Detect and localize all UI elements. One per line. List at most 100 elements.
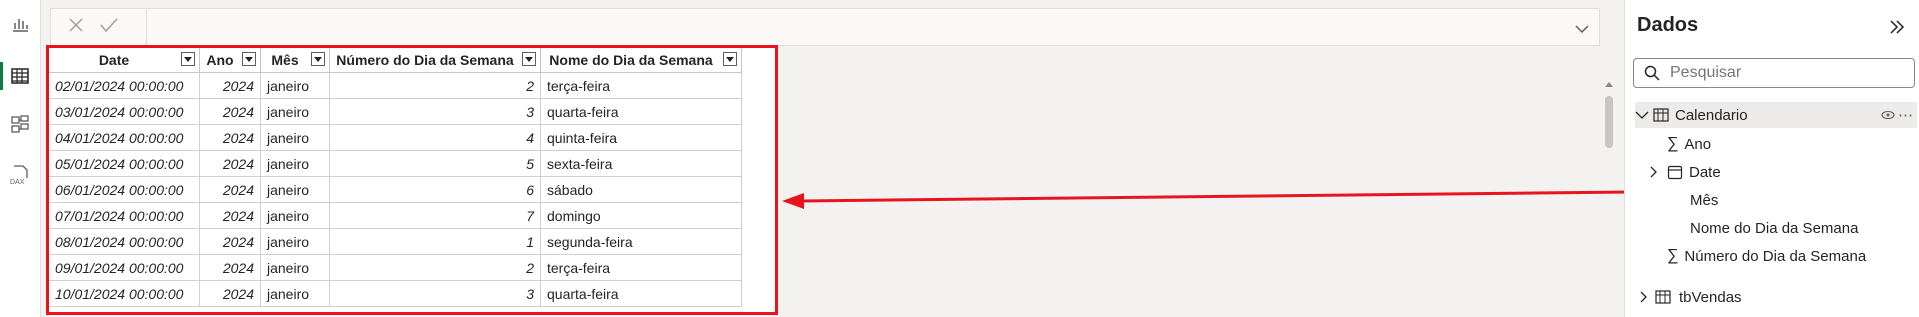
chevron-down-icon[interactable] [1575,21,1589,39]
cell-numero-dia[interactable]: 6 [329,176,541,203]
search-input[interactable] [1668,63,1892,83]
cell-mes[interactable]: janeiro [260,98,330,125]
dax-query-view-button[interactable]: DAX [0,155,40,195]
cell-mes[interactable]: janeiro [260,176,330,203]
column-header-mes[interactable]: Mês [260,47,330,73]
cell-ano[interactable]: 2024 [199,254,261,281]
cell-numero-dia[interactable]: 2 [329,254,541,281]
field-date[interactable]: Date [1649,159,1721,185]
filter-dropdown-icon[interactable] [311,52,325,66]
field-ano[interactable]: ∑ Ano [1667,131,1711,157]
filter-dropdown-icon[interactable] [242,52,256,66]
chevron-down-icon[interactable] [1635,110,1649,120]
table-row: 07/01/2024 00:00:00 2024 janeiro 7 domin… [48,202,742,229]
cell-date[interactable]: 08/01/2024 00:00:00 [48,228,200,255]
cell-numero-dia[interactable]: 7 [329,202,541,229]
cell-nome-dia[interactable]: segunda-feira [540,228,742,255]
cell-nome-dia[interactable]: domingo [540,202,742,229]
cell-date[interactable]: 05/01/2024 00:00:00 [48,150,200,177]
table-row: 10/01/2024 00:00:00 2024 janeiro 3 quart… [48,280,742,307]
pane-title: Dados [1637,14,1699,36]
cell-date[interactable]: 02/01/2024 00:00:00 [48,72,200,99]
cell-nome-dia[interactable]: quarta-feira [540,280,742,307]
report-view-button[interactable] [0,4,40,44]
cell-nome-dia[interactable]: quarta-feira [540,98,742,125]
table-row: 05/01/2024 00:00:00 2024 janeiro 5 sexta… [48,150,742,177]
field-mes[interactable]: Mês [1690,187,1718,213]
visibility-icon[interactable] [1881,107,1895,124]
sigma-icon: ∑ [1667,247,1679,264]
filter-dropdown-icon[interactable] [522,52,536,66]
cell-ano[interactable]: 2024 [199,176,261,203]
model-view-button[interactable] [0,104,40,144]
column-header-numero-dia[interactable]: Número do Dia da Semana [329,47,541,73]
search-icon [1644,65,1660,81]
cell-nome-dia[interactable]: sexta-feira [540,150,742,177]
table-row: 09/01/2024 00:00:00 2024 janeiro 2 terça… [48,254,742,281]
cell-date[interactable]: 10/01/2024 00:00:00 [48,280,200,307]
cell-mes[interactable]: janeiro [260,280,330,307]
column-header-nome-dia[interactable]: Nome do Dia da Semana [540,47,742,73]
cell-mes[interactable]: janeiro [260,124,330,151]
cell-numero-dia[interactable]: 4 [329,124,541,151]
commit-icon[interactable] [99,16,119,39]
cell-nome-dia[interactable]: terça-feira [540,254,742,281]
table-node-calendario[interactable]: Calendario ⋯ [1635,102,1917,128]
scroll-up-icon[interactable] [1604,80,1614,88]
scroll-thumb[interactable] [1605,96,1613,148]
cell-numero-dia[interactable]: 3 [329,98,541,125]
field-numero-dia[interactable]: ∑ Número do Dia da Semana [1667,243,1866,269]
view-switcher-rail: DAX [0,0,41,317]
cell-numero-dia[interactable]: 2 [329,72,541,99]
table-node-tbvendas[interactable]: tbVendas [1639,284,1742,310]
cell-ano[interactable]: 2024 [199,202,261,229]
cell-date[interactable]: 04/01/2024 00:00:00 [48,124,200,151]
cell-ano[interactable]: 2024 [199,228,261,255]
table-view-button[interactable] [0,56,40,96]
cell-nome-dia[interactable]: terça-feira [540,72,742,99]
svg-text:DAX: DAX [10,179,25,186]
cell-date[interactable]: 07/01/2024 00:00:00 [48,202,200,229]
calendar-table-icon [1653,108,1669,122]
cell-numero-dia[interactable]: 5 [329,150,541,177]
chevron-right-icon[interactable] [1649,166,1659,178]
cell-nome-dia[interactable]: sábado [540,176,742,203]
chevron-right-icon[interactable] [1639,291,1649,303]
cell-ano[interactable]: 2024 [199,98,261,125]
formula-bar[interactable] [50,8,1600,46]
cell-mes[interactable]: janeiro [260,202,330,229]
cell-mes[interactable]: janeiro [260,72,330,99]
cell-numero-dia[interactable]: 1 [329,228,541,255]
cell-date[interactable]: 06/01/2024 00:00:00 [48,176,200,203]
dax-icon: DAX [10,165,28,186]
cell-ano[interactable]: 2024 [199,72,261,99]
search-field[interactable] [1633,58,1915,88]
cell-mes[interactable]: janeiro [260,228,330,255]
cell-mes[interactable]: janeiro [260,254,330,281]
cell-ano[interactable]: 2024 [199,124,261,151]
annotation-arrow [782,190,1631,209]
more-options-icon[interactable]: ⋯ [1898,106,1913,124]
cell-date[interactable]: 09/01/2024 00:00:00 [48,254,200,281]
collapse-pane-icon[interactable] [1888,16,1906,42]
bar-chart-icon [13,19,28,32]
vertical-scrollbar[interactable] [1603,78,1615,308]
filter-dropdown-icon[interactable] [723,52,737,66]
cell-ano[interactable]: 2024 [199,280,261,307]
field-nome-dia[interactable]: Nome do Dia da Semana [1690,215,1858,241]
table-name: Calendario [1675,106,1748,124]
cell-nome-dia[interactable]: quinta-feira [540,124,742,151]
table-row: 03/01/2024 00:00:00 2024 janeiro 3 quart… [48,98,742,125]
model-icon [11,115,29,133]
cell-date[interactable]: 03/01/2024 00:00:00 [48,98,200,125]
cell-ano[interactable]: 2024 [199,150,261,177]
filter-dropdown-icon[interactable] [181,52,195,66]
cell-mes[interactable]: janeiro [260,150,330,177]
column-header-ano[interactable]: Ano [199,47,261,73]
column-header-date[interactable]: Date [48,47,200,73]
cell-numero-dia[interactable]: 3 [329,280,541,307]
table-row: 06/01/2024 00:00:00 2024 janeiro 6 sábad… [48,176,742,203]
table-icon [1655,290,1671,304]
calendar-table-grid: Date Ano Mês Número do Dia da Semana Nom… [48,47,742,307]
cancel-icon[interactable] [67,16,85,39]
